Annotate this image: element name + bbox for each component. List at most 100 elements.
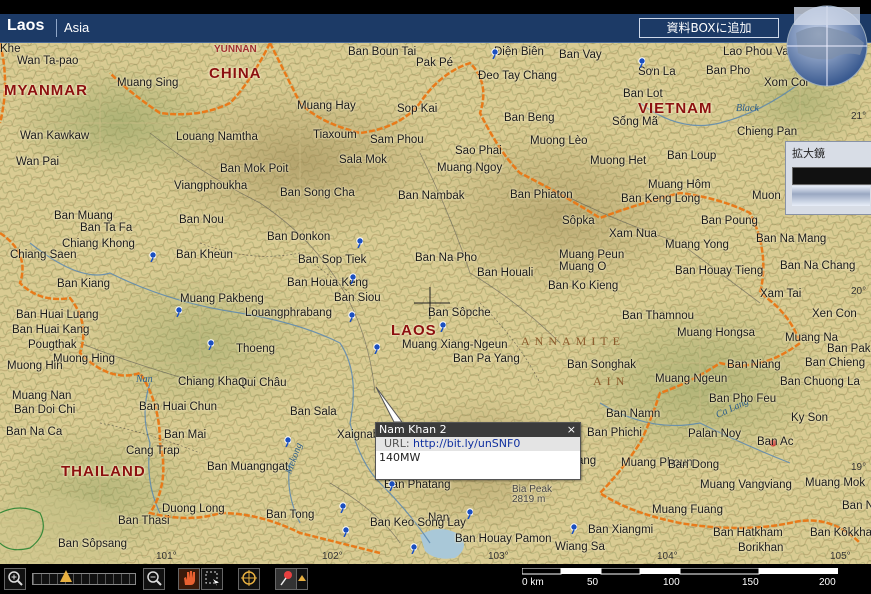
place-label: Ban Nou [179,214,224,226]
place-label: Ban Kôkkhay [810,527,871,539]
place-label: Muang Hongsa [677,327,755,339]
popup-url-row: URL: http://bit.ly/unSNF0 [376,437,580,451]
pan-hand-button[interactable] [178,568,200,590]
zoom-out-button[interactable] [143,568,165,590]
globe-icon[interactable] [784,3,870,89]
close-button[interactable]: × [567,423,576,437]
crosshair-icon [241,570,257,586]
place-label: Sam Phou [370,134,424,146]
magnifier-slider[interactable] [792,186,870,206]
power-plant-pin-icon[interactable] [490,48,498,59]
selection-icon [205,571,219,586]
place-label: Borikhan [738,542,784,554]
place-label: Ban Ko Kieng [548,280,619,292]
place-label: Ban Niang [727,359,781,371]
place-label: Ban Beng [504,112,555,124]
select-box-button[interactable] [201,568,223,590]
place-label: Khe [0,43,21,55]
place-label: Muang Hôm [648,179,711,191]
power-plant-pin-icon[interactable] [409,543,417,554]
popup-pointer [375,386,403,423]
power-plant-pin-icon[interactable] [637,57,645,68]
magnifier-panel[interactable]: 拡大鏡 [785,141,871,215]
place-label: Cang Trap [126,445,180,457]
place-label: Chieng Pan [737,126,798,138]
power-plant-pin-icon[interactable] [465,508,473,519]
place-label: Ban Houay Pamon [455,533,552,545]
power-plant-pin-icon[interactable] [283,436,291,447]
place-label: Ban Chieng [805,357,866,369]
magnifier-plus-icon [8,571,23,586]
place-label: Ban Houay Tieng [675,265,764,277]
place-label: Tiaxoum [313,129,357,141]
place-label: Ban Boun Tai [348,46,417,58]
info-popup[interactable]: Nam Khan 2 × URL: http://bit.ly/unSNF0 1… [375,422,581,480]
power-plant-pin-icon[interactable] [355,237,363,248]
locate-button[interactable] [238,568,260,590]
add-to-box-button[interactable]: 資料BOXに追加 [639,18,779,38]
power-plant-pin-icon[interactable] [206,339,214,350]
zoom-slider-knob[interactable] [60,570,72,582]
bottom-toolbar: 0 km 50 100 150 200 [0,564,871,594]
power-plant-pin-icon[interactable] [148,251,156,262]
place-label: Ban Keo Song Lay [370,517,466,529]
place-label: Muang Vangviang [700,479,792,491]
place-label: Muong Hin [7,360,63,372]
place-label: Ban Dong [668,459,720,471]
magnifier-title: 拡大鏡 [792,147,825,160]
power-plant-pin-icon[interactable] [347,311,355,322]
river-label: Black [736,103,759,114]
place-label: Ban Houali [477,267,534,279]
map-view[interactable]: MYANMAR CHINA VIETNAM LAOS THAILAND YUNN… [0,43,871,564]
power-plant-pin-icon[interactable] [174,306,182,317]
power-plant-pin-icon[interactable] [569,523,577,534]
range-label-tail: AIN [593,374,630,388]
place-label: Ban Chuong La [780,376,860,388]
place-label: Ban Pho Feu [709,393,777,405]
place-label: Ban Poung [701,215,758,227]
popup-url-link[interactable]: http://bit.ly/unSNF0 [413,437,520,450]
scale-label: 0 km [522,577,544,588]
longitude-label: 101° [156,551,177,562]
place-label: Louang Namtha [176,131,258,143]
power-plant-pin-icon[interactable] [341,526,349,537]
place-label: Thoeng [236,343,276,355]
place-label: Ky Son [791,412,829,424]
power-plant-pin-icon[interactable] [348,273,356,284]
popup-title: Nam Khan 2 [379,423,447,436]
place-label: Muang Xiang-Ngeun [402,339,508,351]
power-plant-pin-icon[interactable] [438,321,446,332]
place-label: Qui Châu [238,377,287,389]
place-label: Ban Donkon [267,231,331,243]
pin-button[interactable] [275,568,297,590]
place-label: Pak Pé [416,57,454,69]
url-label: URL: [384,437,410,450]
place-label: Điện Biên [494,46,544,58]
place-label: Wan Kawkaw [20,130,90,142]
place-label: Wan Pai [16,156,60,168]
place-label: Ban Mai [164,429,207,441]
place-label: Sao Phai [455,145,502,157]
place-label: Ban Sala [290,406,337,418]
scale-label: 150 [742,577,759,588]
zoom-slider[interactable] [32,573,136,585]
place-label: Xam Nua [609,228,657,240]
power-plant-pin-icon[interactable] [372,343,380,354]
place-label: Muang Ngeun [655,373,728,385]
pin-menu-button[interactable] [296,568,308,590]
place-label: Pougthak [28,339,77,351]
power-plant-pin-icon[interactable] [338,502,346,513]
place-label: Muang Mok [805,477,866,489]
power-plant-pin-icon[interactable] [387,480,395,491]
place-label: Ban Ta Fa [80,222,133,234]
place-label: Ban Na Pho [415,252,478,264]
place-label: Ban Pa Yang [453,353,520,365]
place-label: Ban Tong [266,509,315,521]
place-label: Ban Nambak [398,190,465,202]
place-label: Palan Noy [688,428,742,440]
place-label: Đeo Tay Chang [478,70,558,82]
scale-label: 200 [819,577,836,588]
zoom-in-button[interactable] [4,568,26,590]
place-label: Ban Loup [667,150,717,162]
place-label: Ban Kheun [176,249,233,261]
